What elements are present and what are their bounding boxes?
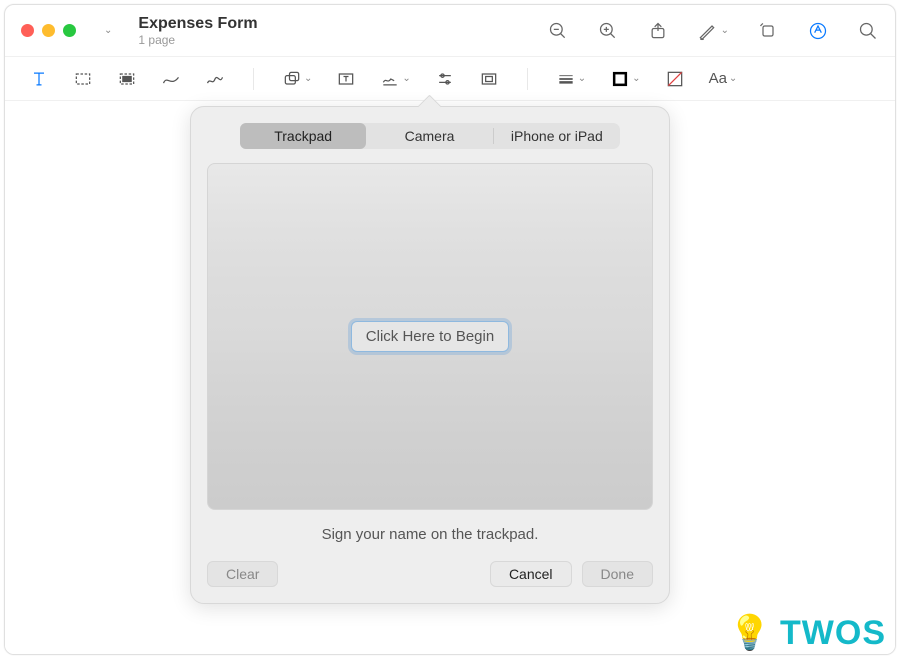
separator [527, 68, 528, 90]
separator [253, 68, 254, 90]
sign-menu[interactable]: ⌄ [380, 69, 410, 89]
popover-button-row: Clear Cancel Done [207, 561, 653, 587]
zoom-out-button[interactable] [547, 20, 569, 42]
chevron-down-icon: ⌄ [632, 73, 640, 84]
signature-source-tabs: Trackpad Camera iPhone or iPad [240, 123, 620, 149]
sketch-tool[interactable] [161, 69, 181, 89]
chevron-down-icon: ⌄ [729, 73, 737, 84]
document-title-block: Expenses Form 1 page [138, 15, 257, 47]
redact-tool[interactable] [117, 69, 137, 89]
tab-camera[interactable]: Camera [366, 123, 492, 149]
titlebar: ⌄ Expenses Form 1 page ⌄ [5, 5, 895, 57]
chevron-down-icon: ⌄ [304, 73, 312, 84]
border-color-menu[interactable]: ⌄ [610, 69, 640, 89]
tab-iphone-ipad[interactable]: iPhone or iPad [494, 123, 620, 149]
chevron-down-icon: ⌄ [104, 25, 112, 36]
markup-button[interactable] [807, 20, 829, 42]
signature-hint: Sign your name on the trackpad. [207, 526, 653, 543]
search-button[interactable] [857, 20, 879, 42]
signature-capture-area[interactable]: Click Here to Begin [207, 163, 653, 510]
minimize-window-button[interactable] [42, 24, 55, 37]
chevron-down-icon: ⌄ [402, 73, 410, 84]
done-button[interactable]: Done [582, 561, 653, 587]
signature-popover: Trackpad Camera iPhone or iPad Click Her… [190, 106, 670, 604]
close-window-button[interactable] [21, 24, 34, 37]
crop-tool[interactable] [479, 69, 499, 89]
tab-trackpad[interactable]: Trackpad [240, 123, 366, 149]
top-toolbar: ⌄ [547, 20, 879, 42]
lightbulb-icon: 💡 [729, 613, 772, 653]
rectangular-selection-tool[interactable] [73, 69, 93, 89]
highlight-menu[interactable]: ⌄ [697, 21, 729, 41]
chevron-down-icon: ⌄ [578, 73, 586, 84]
text-tool[interactable] [336, 69, 356, 89]
adjust-color-tool[interactable] [435, 69, 455, 89]
watermark-text: TWOS [780, 614, 886, 653]
share-button[interactable] [647, 20, 669, 42]
markup-toolbar: ⌄ ⌄ ⌄ ⌄ Aa ⌄ [5, 57, 895, 101]
shapes-menu[interactable]: ⌄ [282, 69, 312, 89]
fullscreen-window-button[interactable] [63, 24, 76, 37]
watermark: 💡 TWOS [729, 613, 886, 653]
text-style-menu[interactable]: Aa ⌄ [709, 70, 738, 87]
text-selection-tool[interactable] [29, 69, 49, 89]
clear-button[interactable]: Clear [207, 561, 278, 587]
line-style-menu[interactable]: ⌄ [556, 69, 586, 89]
sidebar-toggle-button[interactable]: ⌄ [96, 21, 118, 40]
text-style-label: Aa [709, 70, 727, 87]
draw-tool[interactable] [205, 69, 225, 89]
window-controls [21, 24, 76, 37]
document-subtitle: 1 page [138, 33, 257, 47]
document-title: Expenses Form [138, 15, 257, 33]
chevron-down-icon: ⌄ [721, 25, 729, 36]
begin-signature-button[interactable]: Click Here to Begin [351, 321, 509, 352]
cancel-button[interactable]: Cancel [490, 561, 572, 587]
fill-color-button[interactable] [665, 69, 685, 89]
zoom-in-button[interactable] [597, 20, 619, 42]
rotate-button[interactable] [757, 20, 779, 42]
